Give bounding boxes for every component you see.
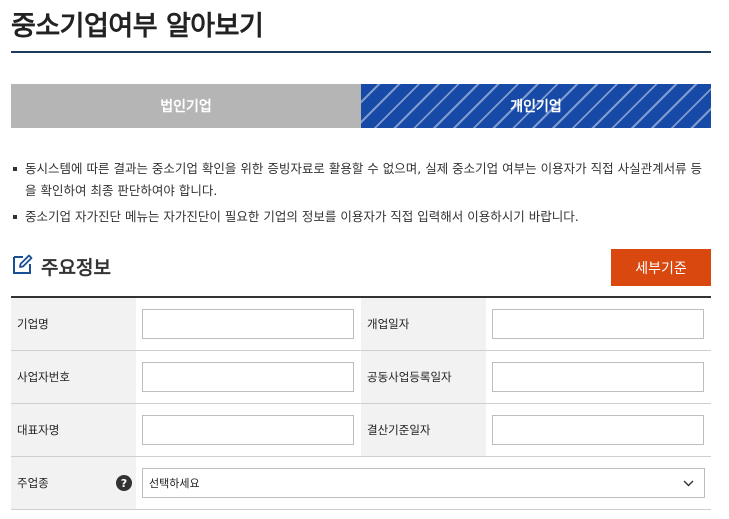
representative-input[interactable] xyxy=(142,415,354,445)
form-row: 기업명 개업일자 xyxy=(11,298,711,351)
main-info-form: 기업명 개업일자 사업자번호 공동사업등록일자 대표자명 결산기준일자 주업종 … xyxy=(11,296,711,510)
joint-reg-date-label: 공동사업등록일자 xyxy=(361,351,486,403)
open-date-label: 개업일자 xyxy=(361,298,486,350)
help-icon[interactable]: ? xyxy=(116,475,132,491)
representative-label: 대표자명 xyxy=(11,404,136,456)
form-row: 주업종 ? 선택하세요 xyxy=(11,457,711,510)
edit-icon xyxy=(11,252,35,280)
notice-item: 중소기업 자가진단 메뉴는 자가진단이 필요한 기업의 정보를 이용자가 직접 … xyxy=(11,206,711,228)
biz-reg-no-input[interactable] xyxy=(142,362,354,392)
form-row: 대표자명 결산기준일자 xyxy=(11,404,711,457)
company-name-label: 기업명 xyxy=(11,298,136,350)
biz-reg-no-label: 사업자번호 xyxy=(11,351,136,403)
notice-item: 동시스템에 따른 결과는 중소기업 확인을 위한 증빙자료로 활용할 수 없으며… xyxy=(11,158,711,202)
joint-reg-date-input[interactable] xyxy=(492,362,704,392)
page-title: 중소기업여부 알아보기 xyxy=(11,11,264,42)
main-industry-select-value: 선택하세요 xyxy=(149,477,200,490)
title-divider xyxy=(11,51,711,53)
company-name-input[interactable] xyxy=(142,309,354,339)
main-industry-label: 주업종 ? xyxy=(11,457,136,509)
tab-corporate[interactable]: 법인기업 xyxy=(11,84,361,128)
tab-individual[interactable]: 개인기업 xyxy=(361,84,711,128)
notice-list: 동시스템에 따른 결과는 중소기업 확인을 위한 증빙자료로 활용할 수 없으며… xyxy=(11,158,711,232)
form-row: 사업자번호 공동사업등록일자 xyxy=(11,351,711,404)
company-type-tabs: 법인기업 개인기업 xyxy=(11,84,711,128)
main-industry-select[interactable]: 선택하세요 xyxy=(142,468,705,498)
main-industry-label-text: 주업종 xyxy=(17,476,49,490)
settlement-date-label: 결산기준일자 xyxy=(361,404,486,456)
chevron-down-icon xyxy=(683,477,694,490)
detail-criteria-button[interactable]: 세부기준 xyxy=(611,249,711,286)
section-title: 주요정보 xyxy=(41,256,111,279)
section-header: 주요정보 xyxy=(11,252,111,280)
open-date-input[interactable] xyxy=(492,309,704,339)
settlement-date-input[interactable] xyxy=(492,415,704,445)
